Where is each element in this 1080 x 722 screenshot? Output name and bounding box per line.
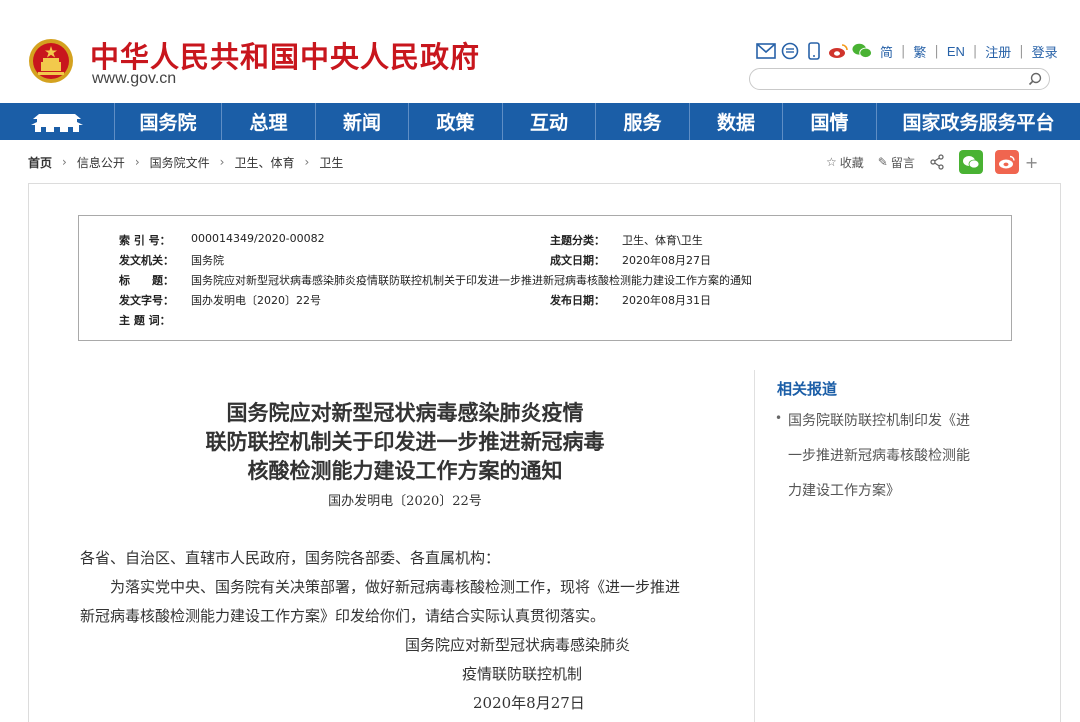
site-header: 中华人民共和国中央人民政府 www.gov.cn 简 | 繁 | EN | 注册… xyxy=(0,0,1080,103)
meta-topic-row: 主题分类： 卫生、体育\卫生 xyxy=(550,232,703,248)
collect-label: 收藏 xyxy=(839,155,864,170)
article-paragraph-line: 新冠病毒核酸检测能力建设工作方案》印发给你们，请结合实际认真贯彻落实。 xyxy=(80,607,606,625)
signature-line: 国务院应对新型冠状病毒感染肺炎 xyxy=(405,636,631,654)
meta-topic-value: 卫生、体育\卫生 xyxy=(622,234,703,247)
message-icon[interactable] xyxy=(780,41,800,61)
nav-item-policy[interactable]: 政策 xyxy=(409,103,503,140)
weibo-share-icon[interactable] xyxy=(994,150,1019,174)
lang-traditional-link[interactable]: 繁 xyxy=(909,42,930,61)
login-link[interactable]: 登录 xyxy=(1028,42,1062,61)
separator: | xyxy=(1019,43,1024,59)
nav-item-data[interactable]: 数据 xyxy=(690,103,783,140)
meta-index-label: 索 引 号： xyxy=(119,234,171,247)
meta-title-value: 国务院应对新型冠状病毒感染肺炎疫情联防联控机制关于印发进一步推进新冠病毒核酸检测… xyxy=(191,274,752,287)
lang-english-link[interactable]: EN xyxy=(943,44,969,59)
home-nav-button[interactable] xyxy=(0,103,115,140)
article-title-line: 国务院应对新型冠状病毒感染肺炎疫情 xyxy=(226,400,584,425)
comment-button[interactable]: ✎ 留言 xyxy=(878,154,915,171)
meta-index-value: 000014349/2020-00082 xyxy=(191,232,325,245)
meta-title-row: 标 题： 国务院应对新型冠状病毒感染肺炎疫情联防联控机制关于印发进一步推进新冠病… xyxy=(119,272,752,288)
meta-keywords-row: 主 题 词： xyxy=(119,312,191,328)
meta-issuer-label: 发文机关： xyxy=(119,254,174,267)
pencil-icon: ✎ xyxy=(877,155,888,169)
nav-item-interaction[interactable]: 互动 xyxy=(503,103,596,140)
search-input[interactable] xyxy=(749,68,1050,90)
national-emblem-icon[interactable] xyxy=(28,38,74,84)
collect-button[interactable]: ☆ 收藏 xyxy=(826,154,864,171)
meta-docno-row: 发文字号： 国办发明电〔2020〕22号 xyxy=(119,292,321,308)
star-icon: ☆ xyxy=(826,155,837,169)
meta-published-label: 发布日期： xyxy=(550,294,605,307)
related-link-line[interactable]: 国务院联防联控机制印发《进 xyxy=(788,410,970,430)
related-reports-heading: 相关报道 xyxy=(777,380,838,398)
signature-date: 2020年8月27日 xyxy=(473,694,585,712)
breadcrumb-state-council-docs[interactable]: 国务院文件 xyxy=(150,154,210,171)
wechat-share-icon[interactable] xyxy=(958,150,983,174)
mail-icon[interactable] xyxy=(756,41,776,61)
main-nav: 国务院 总理 新闻 政策 互动 服务 数据 国情 国家政务服务平台 xyxy=(0,103,1080,140)
chevron-right-icon: › xyxy=(134,155,140,169)
nav-item-services[interactable]: 服务 xyxy=(596,103,690,140)
meta-topic-label: 主题分类： xyxy=(550,234,605,247)
document-meta-table: 索 引 号： 000014349/2020-00082 主题分类： 卫生、体育\… xyxy=(78,215,1012,341)
lang-simplified-link[interactable]: 简 xyxy=(876,42,897,61)
chevron-right-icon: › xyxy=(219,155,225,169)
nav-item-state-council[interactable]: 国务院 xyxy=(115,103,222,140)
sidebar-divider xyxy=(754,370,755,722)
separator: | xyxy=(901,43,906,59)
signature-line: 疫情联防联控机制 xyxy=(462,665,583,683)
breadcrumb-health[interactable]: 卫生 xyxy=(319,154,343,171)
top-links: 简 | 繁 | EN | 注册 | 登录 xyxy=(756,40,1062,62)
share-icon xyxy=(930,154,944,170)
separator: | xyxy=(934,43,939,59)
meta-keywords-label: 主 题 词： xyxy=(119,314,171,327)
breadcrumb-info-disclosure[interactable]: 信息公开 xyxy=(77,154,125,171)
tiananmen-icon xyxy=(31,113,83,132)
share-button[interactable] xyxy=(929,154,945,170)
related-link-line[interactable]: 一步推进新冠病毒核酸检测能 xyxy=(788,445,970,465)
meta-issuer-row: 发文机关： 国务院 xyxy=(119,252,224,268)
article-salutation: 各省、自治区、直辖市人民政府，国务院各部委、各直属机构： xyxy=(80,549,501,567)
site-url[interactable]: www.gov.cn xyxy=(92,70,176,88)
chevron-right-icon: › xyxy=(62,155,67,169)
meta-written-row: 成文日期： 2020年08月27日 xyxy=(550,252,711,268)
nav-item-news[interactable]: 新闻 xyxy=(316,103,409,140)
meta-docno-label: 发文字号： xyxy=(119,294,174,307)
breadcrumb-home[interactable]: 首页 xyxy=(28,154,52,171)
related-link-line[interactable]: 力建设工作方案》 xyxy=(788,480,900,500)
article-paragraph-line: 为落实党中央、国务院有关决策部署，做好新冠病毒核酸检测工作，现将《进一步推进 xyxy=(80,578,681,596)
register-link[interactable]: 注册 xyxy=(981,42,1015,61)
nav-item-premier[interactable]: 总理 xyxy=(222,103,316,140)
nav-item-gov-service-platform[interactable]: 国家政务服务平台 xyxy=(877,103,1080,140)
wechat-icon[interactable] xyxy=(852,41,872,61)
meta-title-label: 标 题： xyxy=(119,274,174,287)
bullet-icon: • xyxy=(775,411,783,425)
meta-written-value: 2020年08月27日 xyxy=(622,254,711,267)
comment-label: 留言 xyxy=(890,155,915,170)
article-title-line: 核酸检测能力建设工作方案的通知 xyxy=(247,458,563,483)
weibo-icon[interactable] xyxy=(828,41,848,61)
nav-item-national-info[interactable]: 国情 xyxy=(783,103,877,140)
meta-published-row: 发布日期： 2020年08月31日 xyxy=(550,292,711,308)
share-bar: ☆ 收藏 ✎ 留言 + xyxy=(826,150,1038,174)
more-share-button[interactable]: + xyxy=(1025,153,1038,172)
meta-index-row: 索 引 号： 000014349/2020-00082 xyxy=(119,232,325,248)
chevron-right-icon: › xyxy=(304,155,310,169)
article-title: 国务院应对新型冠状病毒感染肺炎疫情 联防联控机制关于印发进一步推进新冠病毒 核酸… xyxy=(150,398,660,485)
breadcrumb-health-sports[interactable]: 卫生、体育 xyxy=(234,154,294,171)
search-icon[interactable] xyxy=(1027,71,1043,87)
meta-docno-value: 国办发明电〔2020〕22号 xyxy=(191,294,321,307)
meta-written-label: 成文日期： xyxy=(550,254,605,267)
article-doc-number: 国办发明电〔2020〕22号 xyxy=(328,494,482,509)
breadcrumb: 首页 › 信息公开 › 国务院文件 › 卫生、体育 › 卫生 xyxy=(28,153,343,171)
meta-published-value: 2020年08月31日 xyxy=(622,294,711,307)
separator: | xyxy=(972,43,978,59)
article-title-line: 联防联控机制关于印发进一步推进新冠病毒 xyxy=(205,429,605,454)
meta-issuer-value: 国务院 xyxy=(191,254,224,267)
mobile-icon[interactable] xyxy=(804,41,824,61)
